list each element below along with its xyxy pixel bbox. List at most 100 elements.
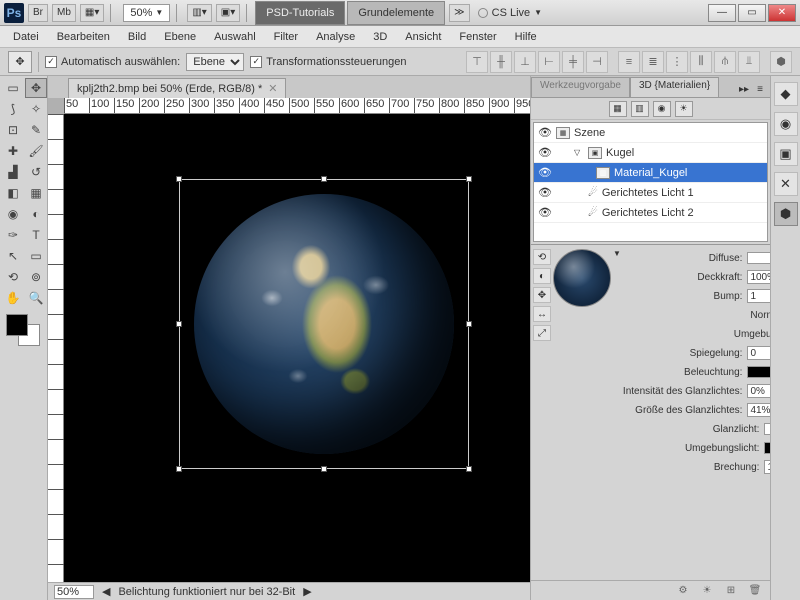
visibility-icon[interactable]: 👁: [538, 206, 552, 220]
menu-select[interactable]: Auswahl: [205, 28, 265, 46]
transform-controls-checkbox[interactable]: ✓Transformationssteuerungen: [250, 56, 406, 68]
new-icon[interactable]: ⊞: [722, 584, 740, 598]
gloss-intensity-field[interactable]: 0%: [747, 384, 770, 398]
render-settings-icon[interactable]: ⚙: [674, 584, 692, 598]
adjustments-dock-icon[interactable]: ▣: [774, 142, 798, 166]
ruler-vertical[interactable]: [48, 114, 64, 582]
layers-dock-icon[interactable]: ◆: [774, 82, 798, 106]
channels-dock-icon[interactable]: ◉: [774, 112, 798, 136]
workspace-tab-tutorials[interactable]: PSD-Tutorials: [255, 1, 345, 25]
tools-dock-icon[interactable]: ✕: [774, 172, 798, 196]
material-preview[interactable]: [553, 249, 611, 307]
refraction-field[interactable]: 1: [764, 460, 770, 474]
eraser-tool[interactable]: ◧: [2, 183, 24, 203]
menu-3d[interactable]: 3D: [364, 28, 396, 46]
tree-row-material[interactable]: 👁 ▥ Material_Kugel: [534, 163, 767, 183]
trash-icon[interactable]: 🗑: [746, 584, 764, 598]
distribute-1-icon[interactable]: ≡: [618, 51, 640, 73]
blur-tool[interactable]: ◉: [2, 204, 24, 224]
pen-tool[interactable]: ✑: [2, 225, 24, 245]
panel-menu-icon[interactable]: ≡: [752, 84, 768, 95]
status-arrow-right[interactable]: ▶: [303, 585, 311, 598]
distribute-3-icon[interactable]: ⋮: [666, 51, 688, 73]
canvas[interactable]: [64, 114, 530, 582]
filter-light-icon[interactable]: ☀: [675, 101, 693, 117]
visibility-icon[interactable]: 👁: [538, 146, 552, 160]
menu-window[interactable]: Fenster: [450, 28, 505, 46]
reflection-field[interactable]: 0: [747, 346, 770, 360]
3d-roll-icon[interactable]: ◐: [533, 268, 551, 284]
history-brush-tool[interactable]: ↺: [25, 162, 47, 182]
color-swatches[interactable]: [2, 314, 45, 350]
align-left-icon[interactable]: ⊢: [538, 51, 560, 73]
handle-mr[interactable]: [466, 321, 472, 327]
3d-scale-icon[interactable]: ⤢: [533, 325, 551, 341]
tree-row-light2[interactable]: 👁 ☄ Gerichtetes Licht 2: [534, 203, 767, 223]
menu-image[interactable]: Bild: [119, 28, 155, 46]
bump-field[interactable]: 1: [747, 289, 770, 303]
handle-tr[interactable]: [466, 176, 472, 182]
stamp-tool[interactable]: ▟: [2, 162, 24, 182]
tree-row-scene[interactable]: 👁 ▦ Szene: [534, 123, 767, 143]
document-tab[interactable]: kplj2th2.bmp bei 50% (Erde, RGB/8) * ✕: [68, 78, 286, 98]
distribute-4-icon[interactable]: ⫼: [690, 51, 712, 73]
menu-view[interactable]: Ansicht: [396, 28, 450, 46]
cs-live-button[interactable]: CS Live▼: [478, 7, 542, 19]
panel-tab-toolpresets[interactable]: Werkzeugvorgabe: [531, 77, 630, 97]
maximize-button[interactable]: ▭: [738, 4, 766, 22]
type-tool[interactable]: T: [25, 225, 47, 245]
menu-help[interactable]: Hilfe: [506, 28, 546, 46]
path-tool[interactable]: ↖: [2, 246, 24, 266]
panel-tab-3d-materials[interactable]: 3D {Materialien}: [630, 77, 719, 97]
illum-swatch[interactable]: [747, 366, 770, 378]
align-hcenter-icon[interactable]: ╪: [562, 51, 584, 73]
ambient-swatch[interactable]: [764, 442, 770, 454]
shape-tool[interactable]: ▭: [25, 246, 47, 266]
menu-analysis[interactable]: Analyse: [307, 28, 364, 46]
arrange-button[interactable]: ▥▾: [187, 4, 211, 22]
preview-menu-icon[interactable]: ▼: [613, 249, 621, 258]
transform-bounding-box[interactable]: [179, 179, 469, 469]
marquee-tool[interactable]: ▭: [2, 78, 24, 98]
close-tab-icon[interactable]: ✕: [268, 82, 277, 95]
zoom-field[interactable]: 50%: [54, 585, 94, 599]
visibility-icon[interactable]: 👁: [538, 186, 552, 200]
distribute-6-icon[interactable]: ⫫: [738, 51, 760, 73]
handle-bm[interactable]: [321, 466, 327, 472]
3d-dock-icon[interactable]: ⬢: [774, 202, 798, 226]
3d-rotate-tool[interactable]: ⟲: [2, 267, 24, 287]
status-arrow-left[interactable]: ◀: [102, 585, 110, 598]
disclosure-icon[interactable]: ▽: [574, 148, 584, 157]
gloss-swatch[interactable]: [764, 423, 770, 435]
auto-select-target[interactable]: Ebene: [186, 53, 244, 71]
tree-row-kugel[interactable]: 👁 ▽ ▣ Kugel: [534, 143, 767, 163]
opacity-field[interactable]: 100%: [747, 270, 770, 284]
eyedropper-tool[interactable]: ✎: [25, 120, 47, 140]
filter-mesh-icon[interactable]: ▥: [631, 101, 649, 117]
gradient-tool[interactable]: ▦: [25, 183, 47, 203]
gloss-size-field[interactable]: 41%: [747, 403, 770, 417]
foreground-swatch[interactable]: [6, 314, 28, 336]
screenmode-button[interactable]: ▣▾: [216, 4, 240, 22]
workspace-tab-basics[interactable]: Grundelemente: [347, 1, 445, 25]
3d-pan-icon[interactable]: ✥: [533, 287, 551, 303]
zoom-tool[interactable]: 🔍: [25, 288, 47, 308]
handle-bl[interactable]: [176, 466, 182, 472]
light-toggle-icon[interactable]: ☀: [698, 584, 716, 598]
menu-filter[interactable]: Filter: [265, 28, 307, 46]
distribute-5-icon[interactable]: ⫛: [714, 51, 736, 73]
scene-tree[interactable]: 👁 ▦ Szene 👁 ▽ ▣ Kugel 👁 ▥ Materi: [533, 122, 768, 242]
wand-tool[interactable]: ✧: [25, 99, 47, 119]
align-bottom-icon[interactable]: ⊥: [514, 51, 536, 73]
visibility-icon[interactable]: 👁: [538, 126, 552, 140]
bridge-button[interactable]: Br: [28, 4, 48, 22]
handle-tl[interactable]: [176, 176, 182, 182]
filter-material-icon[interactable]: ◉: [653, 101, 671, 117]
diffuse-swatch[interactable]: [747, 252, 770, 264]
auto-select-checkbox[interactable]: ✓Automatisch auswählen:: [45, 56, 180, 68]
visibility-icon[interactable]: 👁: [538, 166, 552, 180]
3d-slide-icon[interactable]: ↔: [533, 306, 551, 322]
menu-file[interactable]: Datei: [4, 28, 48, 46]
move-tool[interactable]: ✥: [25, 78, 47, 98]
ruler-horizontal[interactable]: 5010015020025030035040045050055060065070…: [64, 98, 530, 114]
